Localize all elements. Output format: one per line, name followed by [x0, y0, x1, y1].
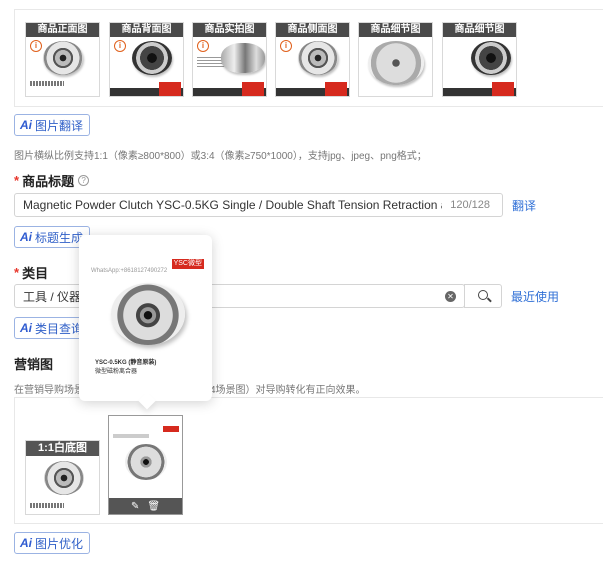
product-text — [30, 81, 64, 86]
delete-icon[interactable]: 🗑 — [147, 501, 160, 512]
category-label: * 类目 — [14, 265, 49, 281]
product-photo — [471, 41, 511, 76]
product-photo — [132, 41, 172, 76]
marketing-image-white-bg[interactable]: 1:1白底图 — [25, 440, 100, 515]
product-text — [30, 503, 64, 508]
ai-icon: Ai — [20, 118, 32, 132]
marketing-image-3x4[interactable]: ✎ 🗑 — [108, 415, 183, 515]
main-image-1[interactable]: 商品正面图 i — [25, 22, 100, 97]
product-photo — [221, 43, 265, 74]
translate-link[interactable]: 翻译 — [512, 197, 536, 214]
info-icon: i — [114, 40, 126, 52]
button-label: 类目查询 — [35, 321, 84, 336]
ai-icon: Ai — [20, 230, 32, 244]
button-label: 图片翻译 — [35, 118, 84, 133]
main-image-4[interactable]: 商品侧面图 i — [275, 22, 350, 97]
image-caption: 商品背面图 — [110, 23, 183, 37]
image-optimize-button[interactable]: Ai 图片优化 — [14, 532, 91, 554]
button-label: 标题生成 — [35, 230, 84, 245]
banner — [193, 82, 266, 96]
image-caption: 商品侧面图 — [276, 23, 349, 37]
white-bg-caption: 1:1白底图 — [26, 441, 99, 456]
title-input[interactable]: Magnetic Powder Clutch YSC-0.5KG Single … — [14, 193, 503, 217]
main-image-3[interactable]: 商品实拍图 i — [192, 22, 267, 97]
image-caption: 商品细节图 — [443, 23, 516, 37]
ai-icon: Ai — [20, 321, 32, 335]
title-char-count: 120/128 — [450, 199, 490, 211]
preview-tag: YSC微型 — [171, 259, 204, 269]
preview-caption-1: YSC-0.5KG (静音原装) — [95, 360, 157, 366]
banner — [443, 82, 516, 96]
image-caption: 商品细节图 — [359, 23, 432, 37]
image-caption: 商品正面图 — [26, 23, 99, 37]
image-tools: ✎ 🗑 — [109, 498, 182, 514]
banner — [276, 82, 349, 96]
preview-product-photo — [111, 283, 185, 345]
help-icon[interactable]: ? — [78, 175, 90, 186]
recent-used-link[interactable]: 最近使用 — [511, 288, 559, 305]
preview-caption-2: 微型磁粉离合器 — [95, 369, 138, 375]
image-translate-button[interactable]: Ai 图片翻译 — [14, 114, 91, 136]
banner — [110, 82, 183, 96]
marketing-label: 营销图 — [14, 357, 54, 372]
info-icon: i — [197, 40, 209, 52]
main-image-5[interactable]: 商品细节图 — [358, 22, 433, 97]
product-photo — [298, 41, 338, 76]
marketing-hint-left: 在营销导购场景 — [14, 385, 84, 396]
title-value: Magnetic Powder Clutch YSC-0.5KG Single … — [23, 198, 442, 212]
product-photo — [44, 461, 84, 495]
main-image-6[interactable]: 商品细节图 — [442, 22, 517, 97]
tag — [163, 426, 179, 432]
image-format-hint: 图片横纵比例支持1:1（像素≥800*800）或3:4（像素≥750*1000）… — [14, 151, 427, 162]
title-label: * 商品标题 ? — [14, 171, 90, 190]
category-value: 工具 / 仪器 — [23, 289, 82, 304]
whatsapp-text — [113, 434, 149, 438]
marketing-hint-right: 4场景图）对导购转化有正向效果。 — [210, 385, 366, 396]
info-icon: i — [30, 40, 42, 52]
clear-icon[interactable]: ✕ — [445, 291, 456, 302]
button-label: 图片优化 — [35, 536, 84, 551]
marketing-images-panel — [14, 397, 603, 524]
product-photo — [42, 41, 83, 76]
main-image-2[interactable]: 商品背面图 i — [109, 22, 184, 97]
info-icon: i — [280, 40, 292, 52]
ai-icon: Ai — [20, 536, 32, 550]
image-preview-popover: YSC微型 WhatsApp:+8618127490272 YSC-0.5KG … — [79, 235, 212, 410]
product-photo — [125, 444, 167, 480]
product-photo — [367, 41, 424, 86]
category-search-button[interactable] — [464, 284, 502, 308]
edit-icon[interactable]: ✎ — [131, 501, 139, 512]
image-caption: 商品实拍图 — [193, 23, 266, 37]
preview-whatsapp: WhatsApp:+8618127490272 — [91, 268, 168, 274]
